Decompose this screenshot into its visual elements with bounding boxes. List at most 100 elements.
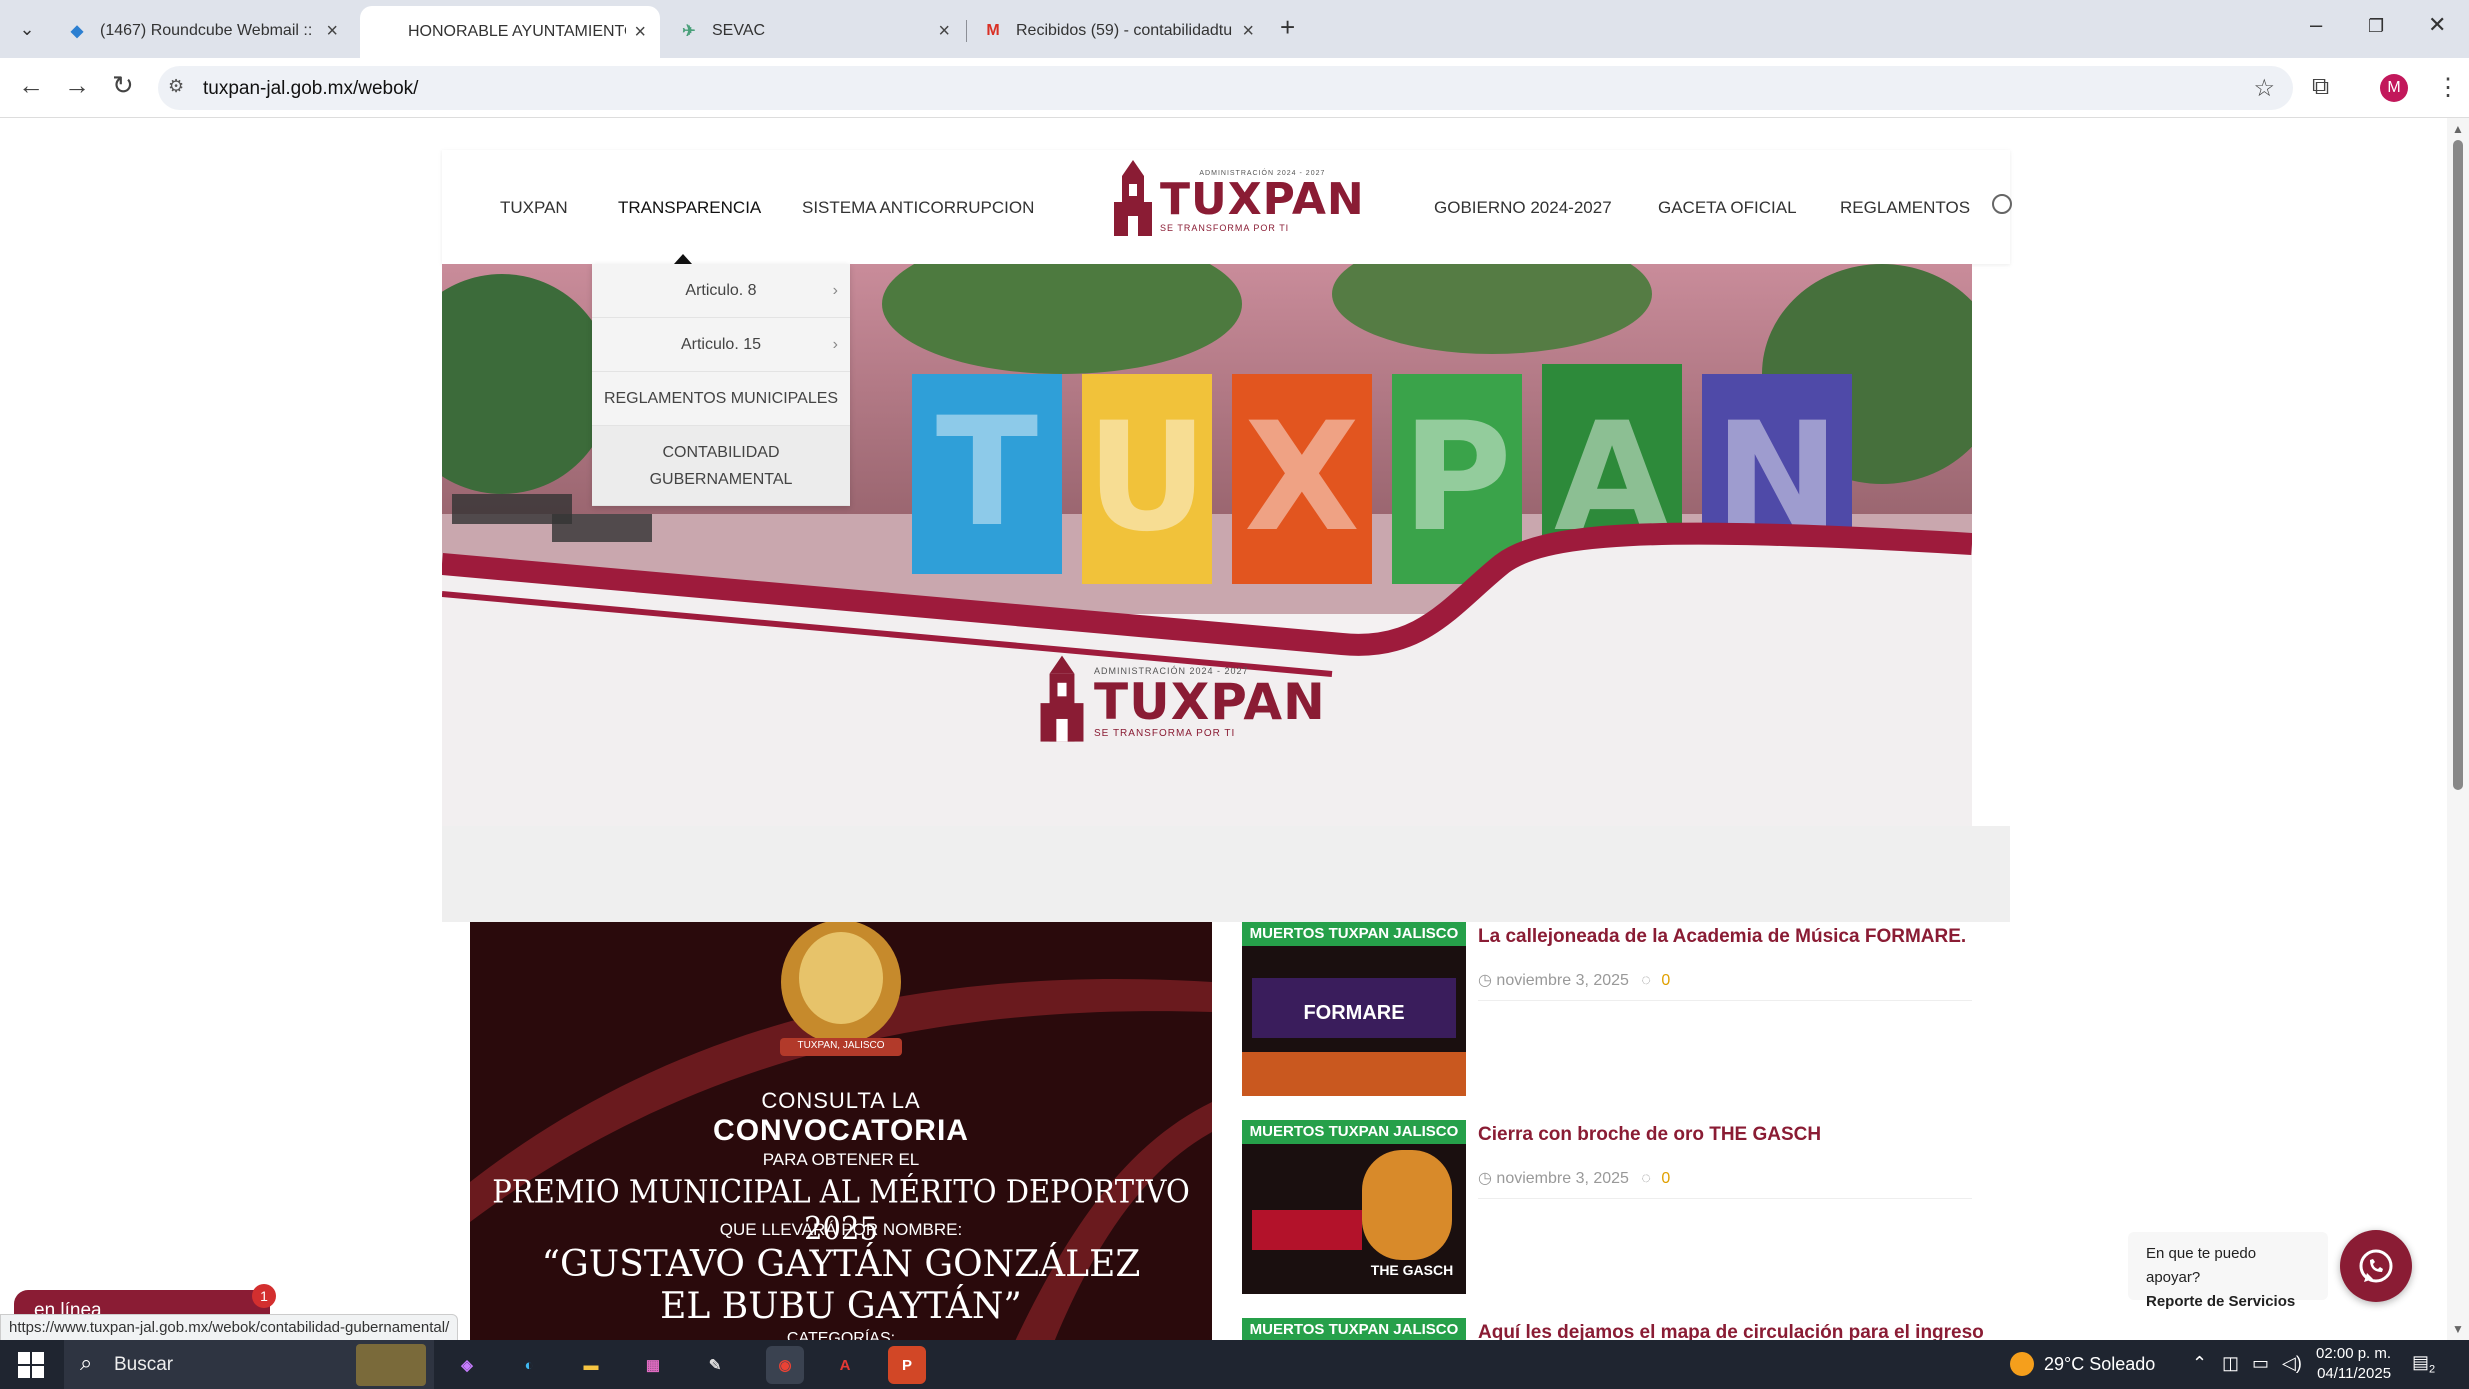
news-date: noviembre 3, 2025 (1496, 972, 1629, 989)
whatsapp-button[interactable] (2340, 1230, 2412, 1302)
nav-tuxpan[interactable]: TUXPAN (500, 198, 568, 218)
close-window-icon[interactable]: ✕ (2428, 12, 2446, 38)
scrollbar-thumb[interactable] (2453, 140, 2463, 790)
browser-tab-bar: ⌄ ◆ (1467) Roundcube Webmail :: E × HONO… (0, 0, 2469, 58)
dropdown-item-articulo-15[interactable]: Articulo. 15 › (592, 318, 850, 372)
file-explorer-icon[interactable]: ▬ (572, 1346, 610, 1384)
news-title[interactable]: La callejoneada de la Academia de Música… (1478, 926, 1966, 948)
forward-icon[interactable]: → (64, 70, 90, 101)
scroll-down-icon[interactable]: ▼ (2452, 1322, 2464, 1336)
news-item: MUERTOS TUXPAN JALISCO THE GASCH Cierra … (1242, 1120, 1982, 1294)
news-thumbnail[interactable]: MUERTOS TUXPAN JALISCO THE GASCH (1242, 1120, 1466, 1294)
search-icon[interactable] (1992, 194, 2012, 214)
close-tab-icon[interactable]: × (326, 20, 338, 43)
nav-transparencia[interactable]: TRANSPARENCIA (618, 198, 761, 218)
nav-gaceta-oficial[interactable]: GACETA OFICIAL (1658, 198, 1797, 218)
extensions-icon[interactable]: ⧉ (2312, 73, 2329, 101)
close-tab-icon[interactable]: × (634, 21, 646, 44)
comment-count[interactable]: 0 (1661, 972, 1670, 989)
windows-start-icon[interactable] (18, 1352, 44, 1378)
volume-icon[interactable]: ◁) (2282, 1353, 2302, 1374)
minimize-icon[interactable]: – (2310, 12, 2322, 38)
profile-avatar[interactable]: M (2380, 74, 2408, 102)
back-icon[interactable]: ← (18, 70, 44, 101)
tab-search-chevron-icon[interactable]: ⌄ (12, 14, 42, 44)
news-date: noviembre 3, 2025 (1496, 1170, 1629, 1187)
notification-count: 2 (2429, 1363, 2436, 1376)
acrobat-icon[interactable]: A (826, 1346, 864, 1384)
browser-toolbar: ← → ↻ ⚙ tuxpan-jal.gob.mx/webok/ ☆ ⧉ M ⋮ (0, 58, 2469, 118)
chevron-right-icon: › (832, 282, 838, 299)
pen-app-icon[interactable]: ✎ (696, 1346, 734, 1384)
header-logo[interactable]: ADMINISTRACIÓN 2024 - 2027 TUXPAN SE TRA… (1110, 158, 1365, 244)
bookmark-star-icon[interactable]: ☆ (2253, 74, 2275, 103)
chevron-right-icon: › (832, 336, 838, 353)
roundcube-icon: ◆ (70, 23, 84, 40)
meet-icon[interactable]: ◫ (2222, 1353, 2239, 1374)
help-bubble[interactable]: En que te puedo apoyar? Reporte de Servi… (2128, 1232, 2328, 1310)
tab-roundcube[interactable]: ◆ (1467) Roundcube Webmail :: E × (52, 8, 352, 54)
weather-widget[interactable]: 29°C Soleado (2010, 1352, 2155, 1376)
poster-line8: CATEGORÍAS: (786, 1330, 896, 1340)
divider (1478, 1198, 1972, 1199)
dropdown-item-articulo-8[interactable]: Articulo. 8 › (592, 264, 850, 318)
featured-post-image[interactable]: TUXPAN, JALISCO CONSULTA LA CONVOCATORIA… (470, 922, 1212, 1340)
news-thumbnail[interactable]: MUERTOS TUXPAN JALISCO FORMARE (1242, 922, 1466, 1096)
comment-icon: ◌ (1641, 1170, 1651, 1187)
copilot-icon[interactable]: ◈ (448, 1346, 486, 1384)
page-scrollbar[interactable]: ▲ ▼ (2447, 118, 2469, 1340)
poster-line1: CONSULTA LA (761, 1088, 921, 1113)
edge-icon[interactable]: ◐ (510, 1346, 548, 1384)
hero-letter-x-text: X (1244, 391, 1360, 565)
address-bar[interactable]: ⚙ tuxpan-jal.gob.mx/webok/ ☆ (158, 66, 2293, 110)
taskbar-clock[interactable]: 02:00 p. m. 04/11/2025 (2316, 1344, 2391, 1384)
poster-line7: EL BUBU GAYTÁN” (660, 1286, 1022, 1327)
scroll-up-icon[interactable]: ▲ (2452, 122, 2464, 136)
powerpoint-icon[interactable]: P (888, 1346, 926, 1384)
network-icon[interactable]: ▭ (2252, 1353, 2269, 1374)
dropdown-item-reglamentos-municipales[interactable]: REGLAMENTOS MUNICIPALES (592, 372, 850, 426)
tab-title: Recibidos (59) - contabilidadtu (1016, 22, 1233, 39)
close-tab-icon[interactable]: × (938, 20, 950, 43)
notification-icon[interactable]: ▤2 (2412, 1352, 2435, 1376)
gmail-icon: M (986, 22, 1000, 39)
taskbar-search[interactable]: ⌕ Buscar (64, 1340, 434, 1389)
poster-line2: CONVOCATORIA (713, 1114, 969, 1147)
microsoft365-icon[interactable]: ▦ (634, 1346, 672, 1384)
poster-line6: “GUSTAVO GAYTÁN GONZÁLEZ (541, 1244, 1141, 1285)
tab-gmail[interactable]: M Recibidos (59) - contabilidadtu × (968, 8, 1268, 54)
search-icon: ⌕ (80, 1350, 93, 1375)
tab-ayuntamiento[interactable]: HONORABLE AYUNTAMIENTO I × (360, 6, 660, 58)
close-tab-icon[interactable]: × (1242, 20, 1254, 43)
whatsapp-icon (2359, 1249, 2393, 1283)
site-settings-icon[interactable]: ⚙ (168, 76, 184, 97)
restore-icon[interactable]: ❐ (2368, 16, 2384, 37)
news-meta: ◷ noviembre 3, 2025 ◌ 0 (1478, 970, 1670, 990)
search-highlight-image (356, 1344, 426, 1386)
thumb-header: MUERTOS TUXPAN JALISCO (1242, 1120, 1466, 1144)
chrome-icon[interactable]: ◉ (766, 1346, 804, 1384)
poster-line5: QUE LLEVARÁ POR NOMBRE: (719, 1220, 963, 1239)
thumb-label: THE GASCH (1370, 1262, 1454, 1278)
new-tab-button[interactable]: + (1280, 12, 1295, 43)
reload-icon[interactable]: ↻ (112, 70, 134, 101)
clock-date: 04/11/2025 (2317, 1365, 2392, 1382)
dropdown-item-label: REGLAMENTOS MUNICIPALES (603, 390, 839, 407)
hero-letter-t-text: T (936, 386, 1038, 560)
news-title[interactable]: Cierra con broche de oro THE GASCH (1478, 1124, 1821, 1146)
site-header: TUXPAN TRANSPARENCIA SISTEMA ANTICORRUPC… (442, 150, 2012, 264)
nav-sistema-anticorrupcion[interactable]: SISTEMA ANTICORRUPCION (802, 198, 1034, 218)
more-menu-icon[interactable]: ⋮ (2436, 73, 2460, 102)
url-text[interactable]: tuxpan-jal.gob.mx/webok/ (203, 78, 418, 100)
logo-wordmark: TUXPAN (1160, 173, 1365, 225)
dropdown-item-contabilidad-gubernamental[interactable]: CONTABILIDAD GUBERNAMENTAL (592, 426, 850, 506)
tab-sevac[interactable]: ✈ SEVAC × (664, 8, 964, 54)
tray-chevron-icon[interactable]: ⌃ (2192, 1353, 2207, 1374)
church-logo-icon (1036, 652, 1088, 752)
news-thumbnail[interactable]: MUERTOS TUXPAN JALISCO (1242, 1318, 1466, 1340)
nav-gobierno[interactable]: GOBIERNO 2024-2027 (1434, 198, 1612, 218)
news-title[interactable]: Aquí les dejamos el mapa de circulación … (1478, 1322, 1984, 1340)
comment-count[interactable]: 0 (1661, 1170, 1670, 1187)
nav-reglamentos[interactable]: REGLAMENTOS (1840, 198, 1970, 218)
dropdown-item-label: Articulo. 8 (685, 282, 757, 299)
